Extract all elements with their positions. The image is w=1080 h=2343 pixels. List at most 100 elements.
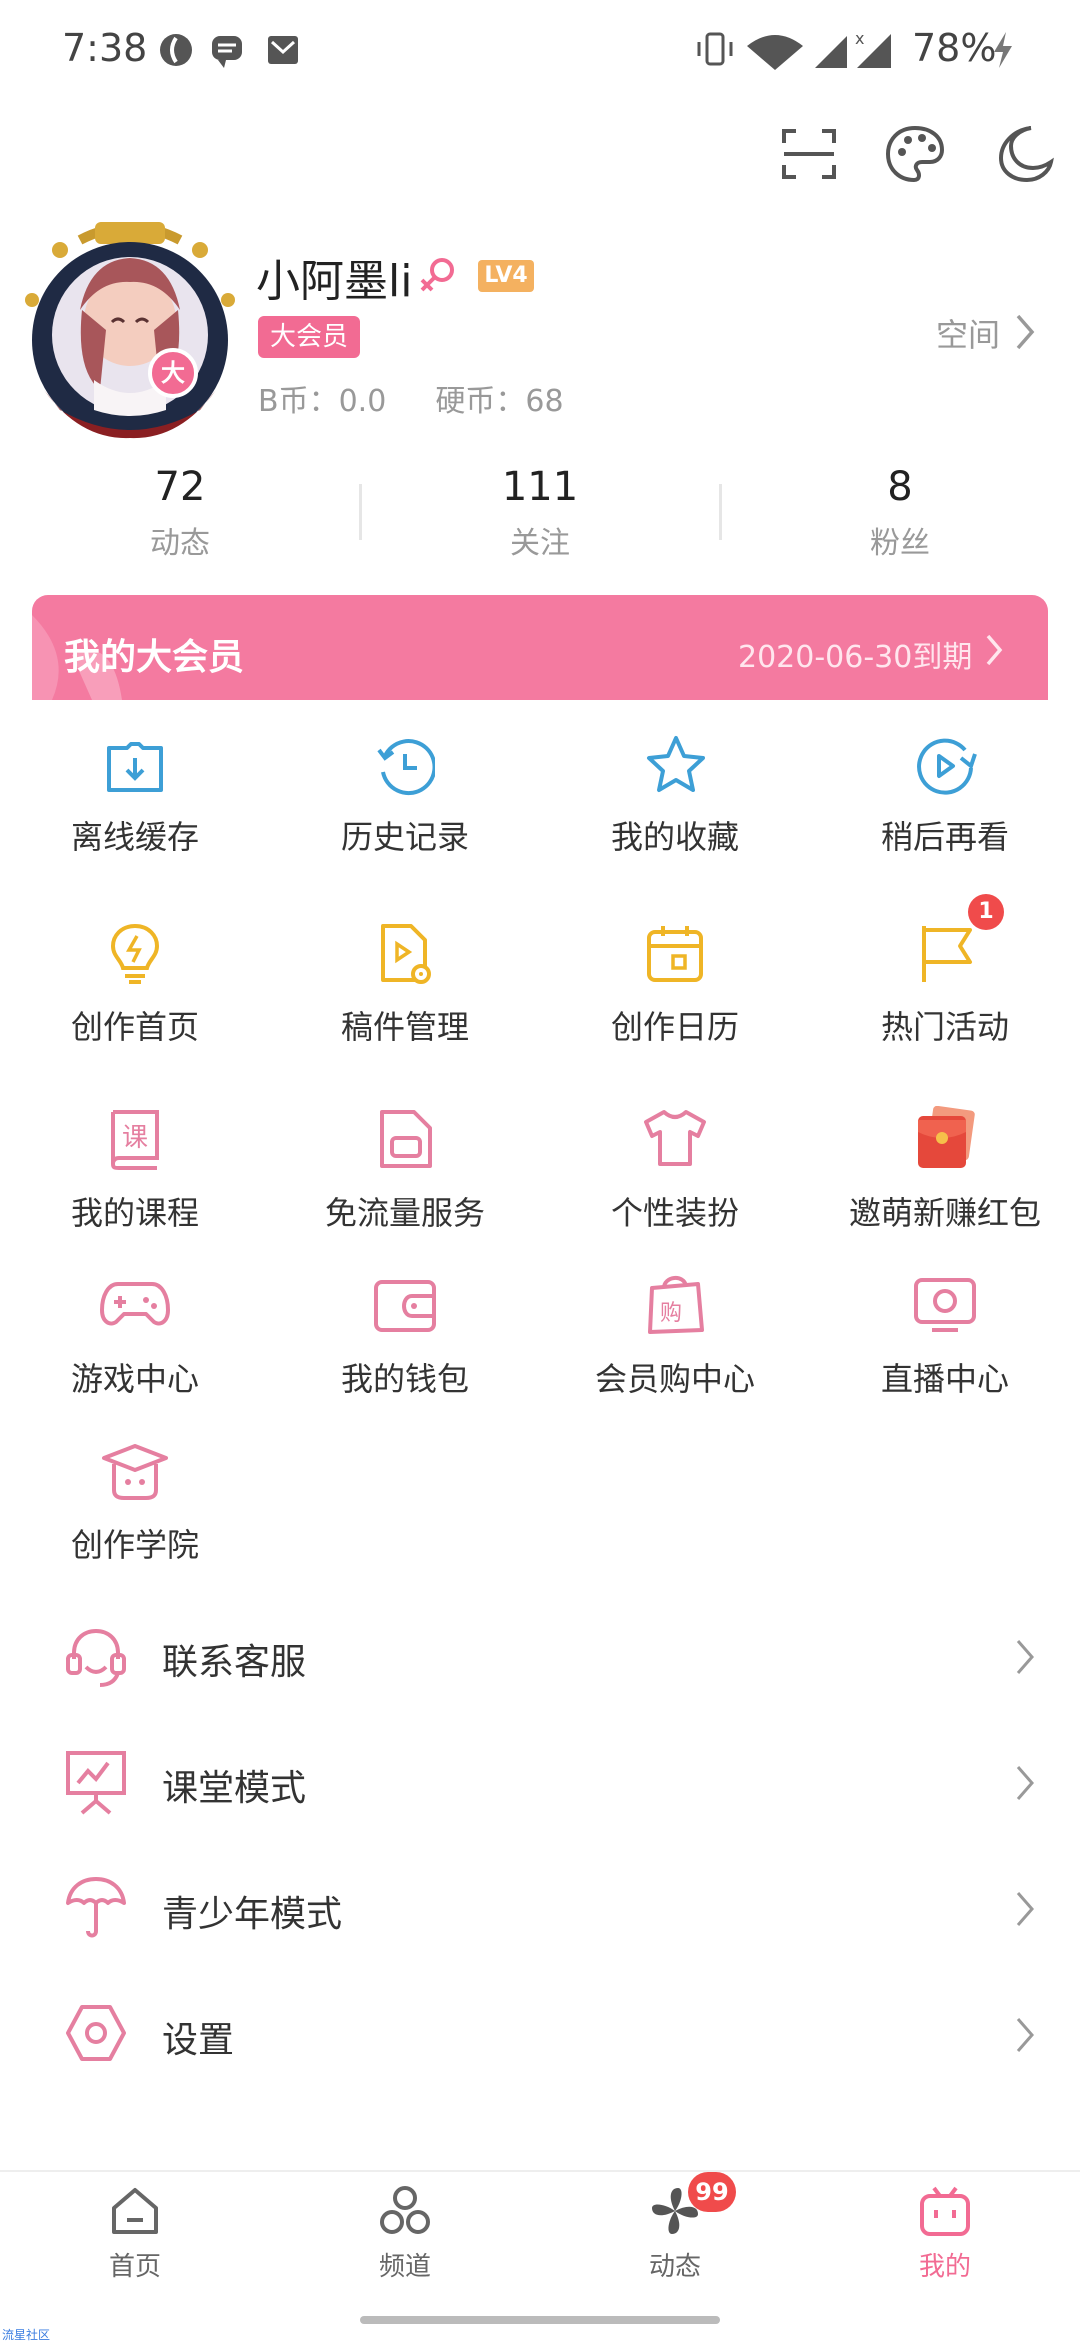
grid-item-dress-up[interactable]: 个性装扮 — [540, 1092, 810, 1242]
gamepad-icon — [100, 1282, 170, 1326]
list-item-label: 设置 — [162, 2020, 235, 2061]
scan-icon[interactable] — [780, 125, 838, 183]
hard-coin-balance: 硬币：68 — [435, 384, 564, 419]
tab-label: 动态 — [648, 2252, 701, 2282]
svg-text:购: 购 — [660, 1301, 682, 1326]
grid-item-label: 稿件管理 — [340, 1008, 469, 1046]
grid-item-calendar[interactable]: 创作日历 — [540, 906, 810, 1056]
space-link[interactable]: 空间 — [936, 310, 1000, 356]
list-item-label: 联系客服 — [162, 1642, 307, 1683]
grid-item-favorites[interactable]: 我的收藏 — [540, 720, 810, 870]
tab-my[interactable]: 我的 — [810, 2180, 1080, 2290]
vip-badge: 大会员 — [258, 316, 361, 358]
tab-label: 我的 — [918, 2252, 971, 2282]
live-icon — [914, 1278, 976, 1332]
grid-item-vip-shop[interactable]: 购 会员购中心 — [540, 1262, 810, 1412]
avatar[interactable]: 大 — [20, 210, 240, 440]
stat-label: 关注 — [510, 526, 570, 561]
grid-item-history[interactable]: 历史记录 — [270, 720, 540, 870]
flag-icon — [922, 926, 972, 982]
chevron-right-icon — [1016, 1766, 1034, 1800]
night-mode-icon[interactable] — [995, 124, 1055, 184]
stat-fans[interactable]: 8 粉丝 — [770, 464, 1030, 562]
wallet-icon — [374, 1280, 436, 1332]
grid-item-label: 个性装扮 — [610, 1194, 739, 1232]
signal-icons: x — [697, 29, 891, 70]
gender-female-icon — [420, 258, 454, 292]
stat-divider — [719, 484, 722, 540]
vip-banner-title: 我的大会员 — [64, 637, 245, 678]
red-envelope-icon — [918, 1106, 975, 1168]
grid-item-watch-later[interactable]: 稍后再看 — [810, 720, 1080, 870]
grid-item-invite-red-envelope[interactable]: 邀萌新赚红包 — [810, 1092, 1080, 1242]
svg-text:x: x — [855, 29, 864, 48]
watermark: 流星社区 — [2, 2328, 51, 2342]
list-item-settings[interactable]: 设置 — [0, 1973, 1080, 2093]
status-bar: 7:38 x 78% — [0, 0, 1080, 100]
tab-label: 频道 — [378, 2252, 431, 2282]
battery-level: 78% — [912, 26, 997, 70]
grid-item-manuscript[interactable]: 稿件管理 — [270, 906, 540, 1056]
profile-name[interactable]: 小阿墨li — [256, 245, 412, 309]
grid-item-label: 稍后再看 — [880, 818, 1009, 856]
stat-following[interactable]: 111 关注 — [410, 464, 670, 562]
grid-item-label: 邀萌新赚红包 — [848, 1194, 1041, 1232]
notification-icons — [160, 34, 298, 68]
chevron-right-icon — [1016, 2018, 1034, 2052]
manuscript-icon — [381, 924, 431, 984]
tshirt-icon — [644, 1110, 706, 1166]
grid-item-hot-events[interactable]: 1 热门活动 — [810, 894, 1080, 1056]
sim-card-icon — [380, 1110, 432, 1168]
creation-home-icon — [110, 923, 160, 984]
grid-item-label: 热门活动 — [880, 1008, 1009, 1046]
shopping-bag-icon: 购 — [648, 1276, 704, 1334]
grid-item-game-center[interactable]: 游戏中心 — [0, 1262, 270, 1412]
grid-item-creation-home[interactable]: 创作首页 — [0, 906, 270, 1056]
space-link-label: 空间 — [936, 316, 1001, 354]
grid-item-free-data[interactable]: 免流量服务 — [270, 1092, 540, 1242]
grid-item-live-center[interactable]: 直播中心 — [810, 1262, 1080, 1412]
grid-item-label: 离线缓存 — [70, 818, 199, 856]
chevron-right-icon — [1016, 314, 1035, 350]
list-item-teen-mode[interactable]: 青少年模式 — [0, 1847, 1080, 1967]
stat-value: 8 — [887, 464, 913, 510]
list-item-customer-service[interactable]: 联系客服 — [0, 1595, 1080, 1715]
home-icon — [112, 2188, 158, 2234]
grid-item-my-course[interactable]: 课 我的课程 — [0, 1092, 270, 1242]
chevron-right-icon — [986, 634, 1003, 666]
grid-item-label: 创作学院 — [70, 1526, 199, 1564]
grid-item-academy[interactable]: 创作学院 — [0, 1428, 270, 1578]
charging-icon — [994, 32, 1012, 68]
watch-later-icon — [917, 738, 977, 795]
grid-item-label: 直播中心 — [880, 1360, 1009, 1398]
course-icon: 课 — [110, 1110, 159, 1170]
history-icon — [377, 739, 435, 795]
grid-item-label: 历史记录 — [340, 818, 469, 856]
vip-expiry: 2020-06-30到期 — [738, 640, 973, 675]
gesture-bar[interactable] — [360, 2316, 720, 2324]
stat-label: 粉丝 — [870, 526, 930, 561]
tab-dynamic[interactable]: 99 动态 — [540, 2172, 810, 2290]
stat-dynamics[interactable]: 72 动态 — [50, 464, 310, 562]
favorites-icon — [647, 736, 705, 792]
classroom-icon — [66, 1751, 126, 1815]
my-icon — [920, 2186, 970, 2236]
b-coin-balance: B币：0.0 — [258, 384, 387, 419]
list-item-label: 青少年模式 — [162, 1894, 343, 1935]
grid-item-label: 创作日历 — [610, 1008, 739, 1046]
grid-item-wallet[interactable]: 我的钱包 — [270, 1262, 540, 1412]
level-badge: LV4 — [478, 260, 534, 292]
palette-icon[interactable] — [884, 124, 946, 184]
settings-icon — [66, 2005, 126, 2061]
list-item-label: 课堂模式 — [162, 1768, 307, 1809]
notification-badge: 1 — [968, 894, 1004, 930]
list-item-classroom-mode[interactable]: 课堂模式 — [0, 1721, 1080, 1841]
notification-badge: 99 — [688, 2172, 736, 2212]
academy-icon — [102, 1444, 168, 1500]
tab-channel[interactable]: 频道 — [270, 2180, 540, 2290]
vip-avatar-badge: 大 — [148, 348, 198, 398]
tab-home[interactable]: 首页 — [0, 2180, 270, 2290]
grid-item-label: 创作首页 — [70, 1008, 199, 1046]
stat-label: 动态 — [150, 526, 210, 561]
grid-item-offline-cache[interactable]: 离线缓存 — [0, 720, 270, 870]
